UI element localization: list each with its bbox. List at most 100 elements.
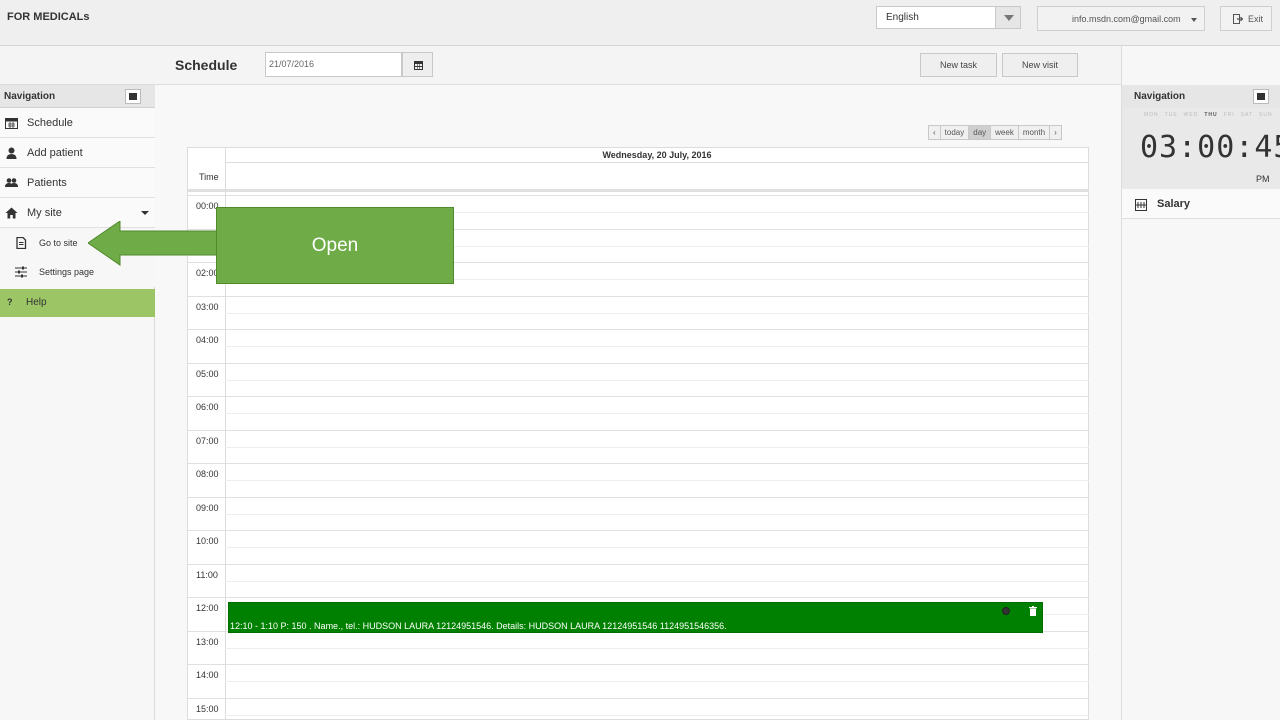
user-icon (6, 147, 17, 159)
hour-row[interactable]: 04:00 (188, 329, 1089, 363)
half-hour-line (225, 714, 1089, 716)
panel-toggle-icon[interactable] (125, 89, 141, 104)
exit-button[interactable]: Exit (1220, 6, 1272, 31)
hour-label: 09:00 (196, 502, 219, 513)
hour-row[interactable]: 06:00 (188, 396, 1089, 430)
weekday-label: SAT (1240, 112, 1254, 118)
hour-row[interactable]: 11:00 (188, 563, 1089, 598)
half-hour-line (225, 379, 1089, 381)
sidebar-header: Navigation (0, 85, 155, 108)
weekday-label: SUN (1259, 112, 1273, 118)
callout-box: Open (216, 207, 454, 284)
callout-text: Open (311, 235, 359, 256)
date-picker-button[interactable] (402, 52, 433, 77)
salary-icon (1135, 199, 1147, 211)
half-hour-line (225, 647, 1089, 649)
hour-row[interactable]: 10:00 (188, 530, 1089, 564)
sidebar-subitem-label: Go to site (39, 238, 78, 248)
time-header-row: Time (188, 163, 1089, 192)
month-view-button[interactable]: month (1019, 126, 1051, 139)
new-visit-button[interactable]: New visit (1002, 53, 1078, 77)
prev-button[interactable]: ‹ (929, 126, 941, 139)
sidebar-item-schedule[interactable]: Schedule (0, 108, 155, 138)
callout-arrow (88, 221, 218, 266)
language-value: English (886, 12, 919, 23)
day-view-button[interactable]: day (969, 126, 992, 139)
sliders-icon (15, 266, 27, 278)
week-view-button[interactable]: week (991, 126, 1019, 139)
half-hour-line (225, 346, 1089, 347)
hour-label: 13:00 (196, 636, 219, 647)
salary-label: Salary (1157, 198, 1191, 210)
hour-label: 06:00 (196, 402, 219, 412)
sidebar: Navigation Schedule Add patient Patients… (0, 85, 155, 720)
help-icon: ? (7, 297, 13, 307)
clock-ampm: PM (1256, 174, 1270, 184)
sidebar-item-label: Patients (27, 177, 67, 189)
hour-line (188, 329, 1089, 330)
user-menu-button[interactable]: info.msdn.com@gmail.com (1037, 6, 1205, 31)
half-hour-line (225, 513, 1089, 515)
right-panel-header: Navigation (1122, 85, 1280, 108)
digital-clock: MON TUE WED THU FRI SAT SUN 03:00:45 PM (1122, 108, 1280, 189)
weekday-label: THU (1204, 112, 1218, 118)
sidebar-subitem-label: Settings page (39, 267, 95, 277)
sidebar-item-label: Help (26, 297, 47, 308)
hour-label: 15:00 (196, 703, 219, 714)
today-button[interactable]: today (941, 126, 970, 139)
user-email: info.msdn.com@gmail.com (1072, 14, 1181, 24)
sidebar-item-label: Add patient (27, 147, 83, 159)
appointment-event[interactable]: 12:10 - 1:10 P: 150 . Name., tel.: HUDSO… (228, 602, 1043, 633)
calendar-area: ‹ today day week month › Wednesday, 20 J… (155, 85, 1121, 720)
hour-label: 10:00 (196, 536, 219, 546)
hour-label: 03:00 (196, 301, 219, 312)
top-bar: FOR MEDICALs English info.msdn.com@gmail… (0, 0, 1280, 46)
hour-row[interactable]: 15:00 (188, 697, 1089, 720)
right-panel-title: Navigation (1134, 91, 1186, 102)
hour-label: 08:00 (196, 469, 219, 479)
hour-label: 05:00 (196, 368, 219, 379)
trash-icon[interactable] (1029, 606, 1037, 616)
hour-row[interactable]: 05:00 (188, 362, 1089, 397)
weekday-label: MON (1144, 112, 1159, 118)
hour-label: 04:00 (196, 335, 219, 345)
hour-line (188, 463, 1089, 464)
hour-line (188, 563, 1089, 565)
weekday-label: TUE (1164, 112, 1178, 118)
hour-row[interactable]: 03:00 (188, 295, 1089, 330)
day-title: Wednesday, 20 July, 2016 (225, 148, 1089, 163)
hour-label: 11:00 (196, 569, 218, 580)
sidebar-item-label: My site (27, 207, 62, 219)
clock-time: 03:00:45 (1140, 130, 1280, 165)
time-header-label: Time (199, 172, 219, 182)
caret-down-icon (1191, 18, 1197, 22)
salary-item[interactable]: Salary (1122, 189, 1280, 219)
hour-label: 14:00 (196, 670, 219, 680)
hour-row[interactable]: 09:00 (188, 496, 1089, 531)
calendar-view-switcher: ‹ today day week month › (928, 125, 1062, 140)
chevron-down-icon[interactable] (995, 7, 1020, 28)
next-button[interactable]: › (1050, 126, 1061, 139)
sidebar-item-help[interactable]: ? Help (0, 289, 155, 317)
date-field[interactable]: 21/07/2016 (265, 52, 402, 77)
edit-icon[interactable] (1002, 607, 1010, 615)
hour-row[interactable]: 07:00 (188, 429, 1089, 464)
half-hour-line (225, 580, 1089, 582)
hour-row[interactable]: 14:00 (188, 664, 1089, 698)
calendar-icon (5, 118, 18, 129)
weekday-strip: MON TUE WED THU FRI SAT SUN (1144, 112, 1279, 118)
schedule-toolbar: Schedule 21/07/2016 New task New visit (0, 46, 1121, 85)
half-hour-line (225, 312, 1089, 314)
users-icon (5, 178, 18, 187)
language-select[interactable]: English (876, 6, 1021, 29)
panel-toggle-icon[interactable] (1253, 89, 1269, 104)
sidebar-item-add-patient[interactable]: Add patient (0, 138, 155, 168)
sidebar-item-patients[interactable]: Patients (0, 168, 155, 198)
hour-row[interactable]: 08:00 (188, 463, 1089, 497)
new-task-button[interactable]: New task (920, 53, 997, 77)
half-hour-line (225, 413, 1089, 414)
hour-label: 12:00 (196, 603, 219, 613)
hour-line (188, 664, 1089, 665)
hour-row[interactable]: 13:00 (188, 630, 1089, 665)
half-hour-line (225, 446, 1089, 448)
